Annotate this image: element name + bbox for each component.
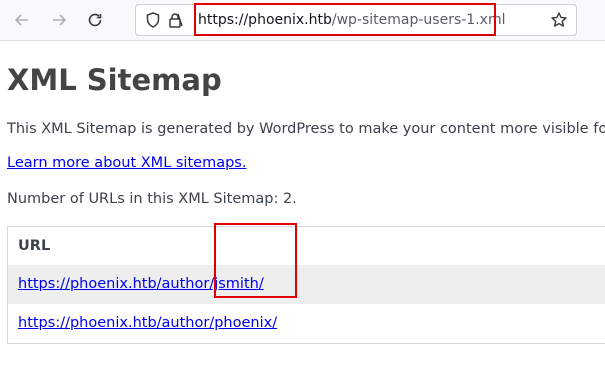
reload-button[interactable] [81,6,109,34]
shield-icon[interactable] [144,11,162,29]
back-button[interactable] [8,6,36,34]
table-header-url: URL [18,238,51,254]
bookmark-star-button[interactable] [550,11,568,29]
lock-icon[interactable] [166,11,184,29]
forward-arrow-icon [53,14,67,26]
page-title: XML Sitemap [7,63,222,97]
url-host: https://phoenix.htb [198,12,332,28]
url-table: URL https://phoenix.htb/author/jsmith/ h… [7,226,605,344]
table-row: https://phoenix.htb/author/jsmith/ [8,265,605,304]
reload-icon [88,13,102,27]
address-bar[interactable]: https://phoenix.htb/wp-sitemap-users-1.x… [135,4,577,36]
browser-toolbar: https://phoenix.htb/wp-sitemap-users-1.x… [0,0,605,41]
table-row: https://phoenix.htb/author/phoenix/ [8,304,605,343]
forward-button[interactable] [45,6,73,34]
url-text[interactable]: https://phoenix.htb/wp-sitemap-users-1.x… [198,11,505,29]
learn-more-link[interactable]: Learn more about XML sitemaps. [7,155,246,171]
star-icon [551,12,567,27]
back-arrow-icon [14,14,28,26]
author-link-phoenix[interactable]: https://phoenix.htb/author/phoenix/ [18,315,277,331]
url-path: /wp-sitemap-users-1.xml [331,12,506,28]
description-text: This XML Sitemap is generated by WordPre… [7,121,605,137]
author-link-jsmith[interactable]: https://phoenix.htb/author/jsmith/ [18,276,264,292]
page-content: XML Sitemap This XML Sitemap is generate… [0,41,605,379]
url-count-text: Number of URLs in this XML Sitemap: 2. [7,191,297,207]
